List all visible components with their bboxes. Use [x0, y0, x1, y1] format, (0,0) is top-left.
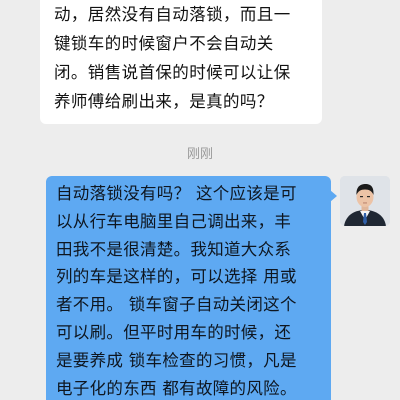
- message-line: 键锁车的时候窗户不会自动关: [54, 34, 274, 53]
- message-line: 动，居然没有自动落锁，而且一: [54, 5, 291, 24]
- message-line: 养师傅给刷出来，是真的吗？: [54, 92, 274, 111]
- message-line: 以从行车电脑里自己调出来，丰: [56, 211, 292, 231]
- sender-avatar[interactable]: [340, 176, 390, 226]
- message-line: 闭。销售说首保的时候可以让保: [54, 63, 291, 82]
- message-line: 列的车是这样的，可以选择 用或: [56, 267, 297, 287]
- chat-window: 动，居然没有自动落锁，而且一 键锁车的时候窗户不会自动关 闭。销售说首保的时候可…: [0, 0, 400, 400]
- incoming-message-bubble[interactable]: 动，居然没有自动落锁，而且一 键锁车的时候窗户不会自动关 闭。销售说首保的时候可…: [40, 0, 322, 124]
- message-line: 田我不是很清楚。我知道大众系: [56, 239, 292, 259]
- message-line: 是要养成 锁车检查的习惯，凡是: [56, 350, 297, 370]
- message-line: 自动落锁没有吗？ 这个应该是可: [56, 184, 297, 203]
- message-line: 者不用。 锁车窗子自动关闭这个: [56, 295, 297, 315]
- message-line: 电子化的东西 都有故障的风险。: [56, 378, 297, 398]
- message-line: 可以刷。但平时用车的时候，还: [56, 322, 292, 342]
- message-timestamp: 刚刚: [186, 147, 213, 162]
- person-avatar-icon: [340, 176, 390, 226]
- outgoing-message-bubble[interactable]: 自动落锁没有吗？ 这个应该是可 以从行车电脑里自己调出来，丰 田我不是很清楚。我…: [46, 176, 337, 400]
